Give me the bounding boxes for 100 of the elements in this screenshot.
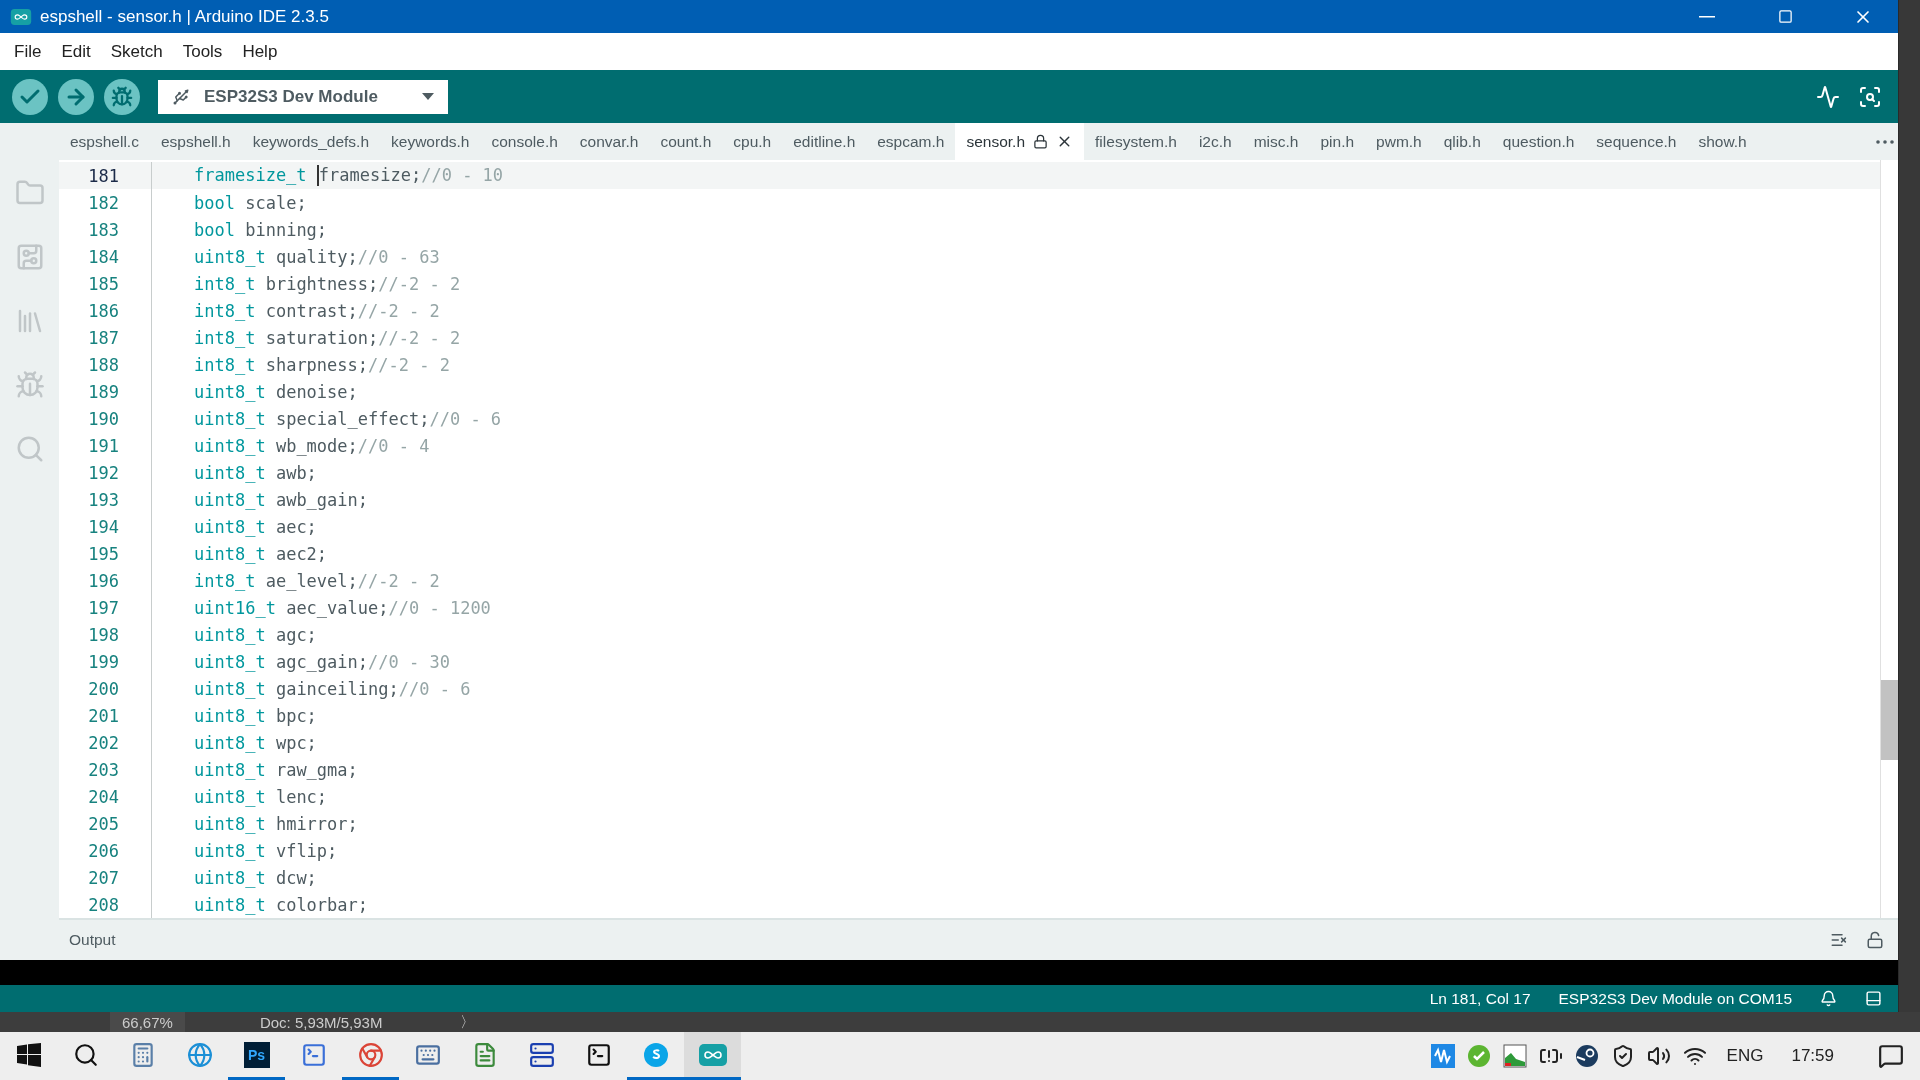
code-line: uint8_t vflip; (194, 840, 338, 861)
code-line: bool binning; (194, 219, 328, 240)
scrollbar-thumb[interactable] (1881, 680, 1898, 760)
code-line: uint16_t aec_value;//0 - 1200 (194, 597, 491, 618)
check-badge-icon (1466, 1044, 1491, 1068)
menu-item[interactable]: Edit (51, 41, 101, 62)
skype-icon (642, 1041, 669, 1068)
file-tab[interactable]: pin.h (1309, 123, 1366, 160)
verify-button[interactable] (12, 78, 48, 115)
code-line: int8_t ae_level;//-2 - 2 (194, 570, 440, 591)
pulse-icon (1816, 84, 1840, 109)
line-number: 181 (87, 165, 119, 186)
maximize-icon (1777, 9, 1793, 24)
volume-icon (1646, 1044, 1671, 1068)
menu-item[interactable]: Tools (172, 41, 233, 62)
debug-button[interactable] (104, 78, 140, 115)
magnifier-icon (1858, 84, 1882, 109)
code-line: uint8_t wb_mode;//0 - 4 (194, 435, 430, 456)
line-number: 202 (87, 732, 119, 753)
code-line: bool scale; (194, 192, 307, 213)
board-selector[interactable]: ESP32S3 Dev Module (158, 79, 448, 114)
file-tab[interactable]: keywords_defs.h (241, 123, 381, 160)
line-number: 207 (87, 867, 119, 888)
code-line: int8_t brightness;//-2 - 2 (194, 273, 461, 294)
menu-item[interactable]: File (4, 41, 52, 62)
taskbar-app[interactable]: Ps (228, 1032, 285, 1080)
line-number: 195 (87, 543, 119, 564)
file-tab[interactable]: filesystem.h (1084, 123, 1188, 160)
line-number: 200 (87, 678, 119, 699)
code-line: uint8_t quality;//0 - 63 (194, 246, 440, 267)
file-tab[interactable]: editline.h (782, 123, 867, 160)
language-indicator[interactable]: ENG (1726, 1046, 1764, 1066)
line-number: 182 (87, 192, 119, 213)
photoshop-icon: Ps (243, 1041, 270, 1068)
menu-item[interactable]: Sketch (100, 41, 173, 62)
infinity-icon (10, 8, 32, 25)
file-tab[interactable]: question.h (1491, 123, 1586, 160)
windows-logo-icon (16, 1042, 41, 1067)
code-line: uint8_t denoise; (194, 381, 358, 402)
infinity-icon (698, 1043, 727, 1066)
code-line: uint8_t bpc; (194, 705, 317, 726)
code-line: uint8_t agc; (194, 624, 317, 645)
file-tab[interactable]: pwm.h (1365, 123, 1433, 160)
file-tab[interactable]: sensor.h (955, 123, 1085, 160)
notifications-button[interactable] (1820, 990, 1837, 1007)
output-title: Output (69, 931, 117, 949)
line-number: 198 (87, 624, 119, 645)
menu-item[interactable]: Help (232, 41, 288, 62)
file-tab[interactable]: console.h (480, 123, 569, 160)
code-line: uint8_t hmirror; (194, 813, 358, 834)
file-tab[interactable]: show.h (1687, 123, 1758, 160)
line-number: 192 (87, 462, 119, 483)
unlock-icon (1866, 931, 1884, 949)
code-line: uint8_t aec; (194, 516, 317, 537)
cursor-position: Ln 181, Col 17 (1429, 989, 1531, 1008)
search-icon (72, 1041, 99, 1068)
file-tab[interactable]: keywords.h (380, 123, 481, 160)
globe-icon (186, 1041, 213, 1068)
file-tab[interactable]: convar.h (568, 123, 650, 160)
file-tab[interactable]: espshell.h (149, 123, 242, 160)
expand-arrow[interactable]: 〉 (459, 1012, 475, 1032)
line-number: 204 (87, 786, 119, 807)
chart-app-icon (1502, 1044, 1527, 1068)
panel-toggle-button[interactable] (1865, 990, 1882, 1007)
code-line: uint8_t agc_gain;//0 - 30 (194, 651, 450, 672)
file-tab[interactable]: sequence.h (1585, 123, 1688, 160)
code-line: uint8_t raw_gma; (194, 759, 358, 780)
file-tab[interactable]: i2c.h (1187, 123, 1243, 160)
code-line: int8_t sharpness;//-2 - 2 (194, 354, 450, 375)
file-tab[interactable]: qlib.h (1432, 123, 1492, 160)
bug-icon (111, 85, 133, 108)
line-number: 190 (87, 408, 119, 429)
code-line: int8_t contrast;//-2 - 2 (194, 300, 440, 321)
board-port: ESP32S3 Dev Module on COM15 (1558, 989, 1792, 1008)
server-icon (528, 1041, 555, 1068)
file-tab[interactable]: espcam.h (866, 123, 956, 160)
line-number: 196 (87, 570, 119, 591)
code-line: uint8_t gainceiling;//0 - 6 (194, 678, 471, 699)
minimize-icon (1699, 15, 1715, 18)
bug-icon (14, 370, 45, 400)
bell-icon (1820, 990, 1837, 1007)
chrome-icon (357, 1041, 384, 1068)
clock[interactable]: 17:59 (1791, 1046, 1834, 1066)
file-tab[interactable]: misc.h (1242, 123, 1310, 160)
line-number: 206 (87, 840, 119, 861)
line-number: 197 (87, 597, 119, 618)
console-icon (585, 1041, 612, 1068)
line-number: 189 (87, 381, 119, 402)
upload-button[interactable] (58, 78, 94, 115)
lock-icon (1033, 134, 1049, 149)
file-tab[interactable]: count.h (649, 123, 723, 160)
line-number: 205 (87, 813, 119, 834)
file-tab[interactable]: espshell.c (59, 123, 150, 160)
line-number: 199 (87, 651, 119, 672)
line-number: 187 (87, 327, 119, 348)
line-number: 194 (87, 516, 119, 537)
file-tab[interactable]: cpu.h (722, 123, 783, 160)
code-line: uint8_t awb; (194, 462, 317, 483)
steam-icon (1574, 1044, 1599, 1068)
line-number: 186 (87, 300, 119, 321)
